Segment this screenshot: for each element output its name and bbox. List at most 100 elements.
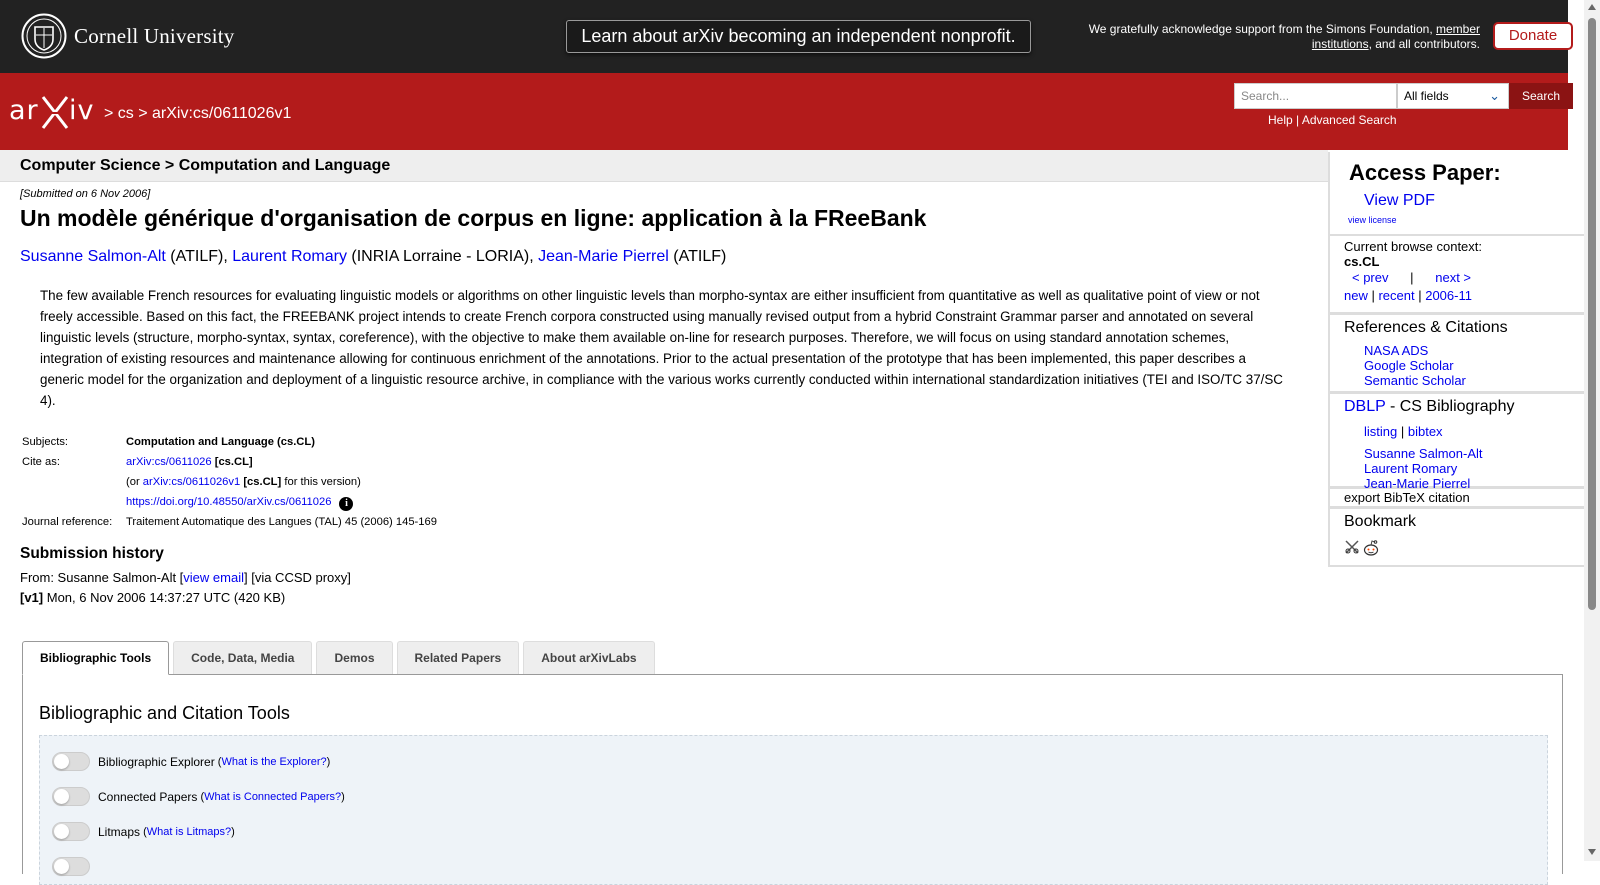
author-link[interactable]: Jean-Marie Pierrel	[538, 248, 669, 265]
prev-link[interactable]: < prev	[1352, 270, 1389, 285]
dblp-author-link[interactable]: Susanne Salmon-Alt	[1364, 446, 1483, 461]
bibtex-link[interactable]: bibtex	[1408, 424, 1443, 439]
empty-cell	[20, 496, 124, 516]
version-link[interactable]: arXiv:cs/0611026v1	[143, 476, 240, 488]
version-history-v1: [v1] Mon, 6 Nov 2006 14:37:27 UTC (420 K…	[20, 590, 285, 605]
prev-next-sep: |	[1410, 270, 1414, 285]
subjects-label: Subjects:	[22, 436, 69, 448]
cite-link[interactable]: arXiv:cs/0611026	[126, 456, 212, 468]
tab-code-data-media[interactable]: Code, Data, Media	[173, 641, 313, 674]
acknowledgement-text: We gratefully acknowledge support from t…	[1060, 22, 1480, 51]
what-is-link[interactable]: What is Connected Papers?	[204, 791, 341, 803]
what-is-link[interactable]: What is the Explorer?	[221, 756, 326, 768]
scroll-down-icon[interactable]	[1588, 849, 1596, 855]
bibsonomy-icon[interactable]	[1344, 539, 1360, 555]
breadcrumb-cs-link[interactable]: cs	[118, 105, 134, 122]
member-link[interactable]: member	[1436, 22, 1480, 36]
explorer-toggle[interactable]	[52, 752, 90, 771]
empty-cell	[20, 476, 124, 496]
ack-prefix: We gratefully acknowledge support from t…	[1088, 22, 1436, 36]
author-link[interactable]: Laurent Romary	[232, 248, 347, 265]
cornell-logo[interactable]: Cornell University	[21, 13, 235, 59]
advanced-search-link[interactable]: Advanced Search	[1302, 113, 1397, 127]
cite-tag: [cs.CL]	[211, 456, 253, 468]
submission-history-title: Submission history	[20, 545, 164, 562]
nonprofit-announcement-button[interactable]: Learn about arXiv becoming an independen…	[566, 20, 1031, 53]
breadcrumb-sep: >	[104, 105, 118, 122]
dblp-link[interactable]: DBLP	[1344, 398, 1386, 415]
month-link[interactable]: 2006-11	[1425, 288, 1472, 303]
view-pdf-link[interactable]: View PDF	[1364, 192, 1435, 210]
from-suffix: ] [via CCSD proxy]	[243, 570, 351, 585]
institutions-link[interactable]: institutions	[1312, 37, 1369, 51]
subjects-value: Computation and Language (cs.CL)	[126, 436, 315, 448]
arxiv-logo-icon[interactable]: ar iv	[9, 91, 101, 131]
next-link[interactable]: next >	[1435, 270, 1471, 285]
access-paper-block: Access Paper: View PDF view license	[1330, 152, 1586, 234]
search-field-value: All fields	[1404, 89, 1449, 103]
help-sep: |	[1292, 113, 1302, 127]
listing-link[interactable]: listing	[1364, 424, 1397, 439]
new-link[interactable]: new	[1344, 288, 1368, 303]
cite-row: Cite as: arXiv:cs/0611026 [cs.CL]	[20, 456, 439, 476]
doi-link[interactable]: https://doi.org/10.48550/arXiv.cs/061102…	[126, 496, 331, 508]
tab-about-arxivlabs[interactable]: About arXivLabs	[523, 641, 655, 674]
connected-papers-toggle[interactable]	[52, 787, 90, 806]
dblp-title: DBLP - CS Bibliography	[1344, 398, 1514, 416]
cornell-seal-icon	[21, 13, 67, 59]
breadcrumb-paper-id: arXiv:cs/0611026v1	[152, 105, 292, 122]
tab-demos[interactable]: Demos	[316, 641, 393, 674]
dblp-authors: Susanne Salmon-Alt Laurent Romary Jean-M…	[1364, 446, 1483, 491]
breadcrumb: > cs > arXiv:cs/0611026v1	[104, 105, 291, 123]
recent-link[interactable]: recent	[1378, 288, 1414, 303]
abstract: The few available French resources for e…	[40, 288, 1283, 408]
references-list: NASA ADS Google Scholar Semantic Scholar	[1364, 343, 1466, 388]
view-email-link[interactable]: view email	[183, 570, 244, 585]
search-button[interactable]: Search	[1509, 83, 1573, 109]
toggle[interactable]	[52, 857, 90, 876]
tool-row-connected-papers: Connected Papers (What is Connected Pape…	[52, 787, 345, 806]
browse-context-block: Current browse context: cs.CL < prev | n…	[1330, 236, 1586, 312]
search-field-select[interactable]: All fields ⌄	[1397, 83, 1509, 109]
tool-row-litmaps: Litmaps (What is Litmaps?)	[52, 822, 235, 841]
nasa-ads-link[interactable]: NASA ADS	[1364, 343, 1428, 358]
what-is-link[interactable]: What is Litmaps?	[147, 826, 231, 838]
version-tag: [cs.CL]	[240, 476, 282, 488]
bookmark-title: Bookmark	[1344, 513, 1417, 530]
bookmark-icons	[1344, 539, 1380, 557]
tools-box: Bibliographic Explorer (What is the Expl…	[39, 735, 1548, 885]
reddit-icon[interactable]	[1362, 539, 1380, 557]
version-suffix: for this version)	[281, 476, 361, 488]
help-links: Help | Advanced Search	[1268, 113, 1397, 127]
author-link[interactable]: Susanne Salmon-Alt	[20, 248, 166, 265]
page-scrollbar[interactable]	[1584, 0, 1600, 861]
journal-row: Journal reference: Traitement Automatiqu…	[20, 516, 439, 536]
semantic-scholar-link[interactable]: Semantic Scholar	[1364, 373, 1466, 388]
search-input[interactable]: Search...	[1234, 83, 1397, 109]
version-row: (or arXiv:cs/0611026v1 [cs.CL] for this …	[20, 476, 439, 496]
dblp-title-text: - CS Bibliography	[1385, 398, 1515, 415]
author-list: Susanne Salmon-Alt (ATILF), Laurent Roma…	[20, 248, 726, 266]
export-bibtex-button[interactable]: export BibTeX citation	[1330, 489, 1586, 506]
cite-label: Cite as:	[22, 456, 60, 468]
view-license-link[interactable]: view license	[1348, 215, 1397, 225]
scroll-up-icon[interactable]	[1588, 4, 1596, 10]
tab-related-papers[interactable]: Related Papers	[396, 641, 520, 674]
help-link[interactable]: Help	[1268, 113, 1293, 127]
donate-button[interactable]: Donate	[1493, 22, 1573, 50]
litmaps-toggle[interactable]	[52, 822, 90, 841]
scroll-thumb[interactable]	[1588, 18, 1596, 610]
google-scholar-link[interactable]: Google Scholar	[1364, 358, 1454, 373]
tab-bibliographic-tools[interactable]: Bibliographic Tools	[22, 641, 170, 675]
from-prefix: From: Susanne Salmon-Alt [	[20, 570, 184, 585]
access-paper-title: Access Paper:	[1349, 160, 1501, 185]
labs-tabs: Bibliographic Tools Code, Data, Media De…	[22, 641, 659, 675]
dblp-links: listing | bibtex	[1364, 424, 1443, 439]
references-block: References & Citations NASA ADS Google S…	[1330, 315, 1586, 391]
v1-label[interactable]: [v1]	[20, 590, 43, 605]
dblp-author-link[interactable]: Laurent Romary	[1364, 461, 1457, 476]
journal-value: Traitement Automatique des Langues (TAL)…	[126, 516, 437, 528]
info-icon[interactable]: i	[339, 497, 354, 511]
author-affiliation: (INRIA Lorraine - LORIA),	[346, 248, 539, 265]
submitted-date: [Submitted on 6 Nov 2006]	[20, 188, 151, 200]
